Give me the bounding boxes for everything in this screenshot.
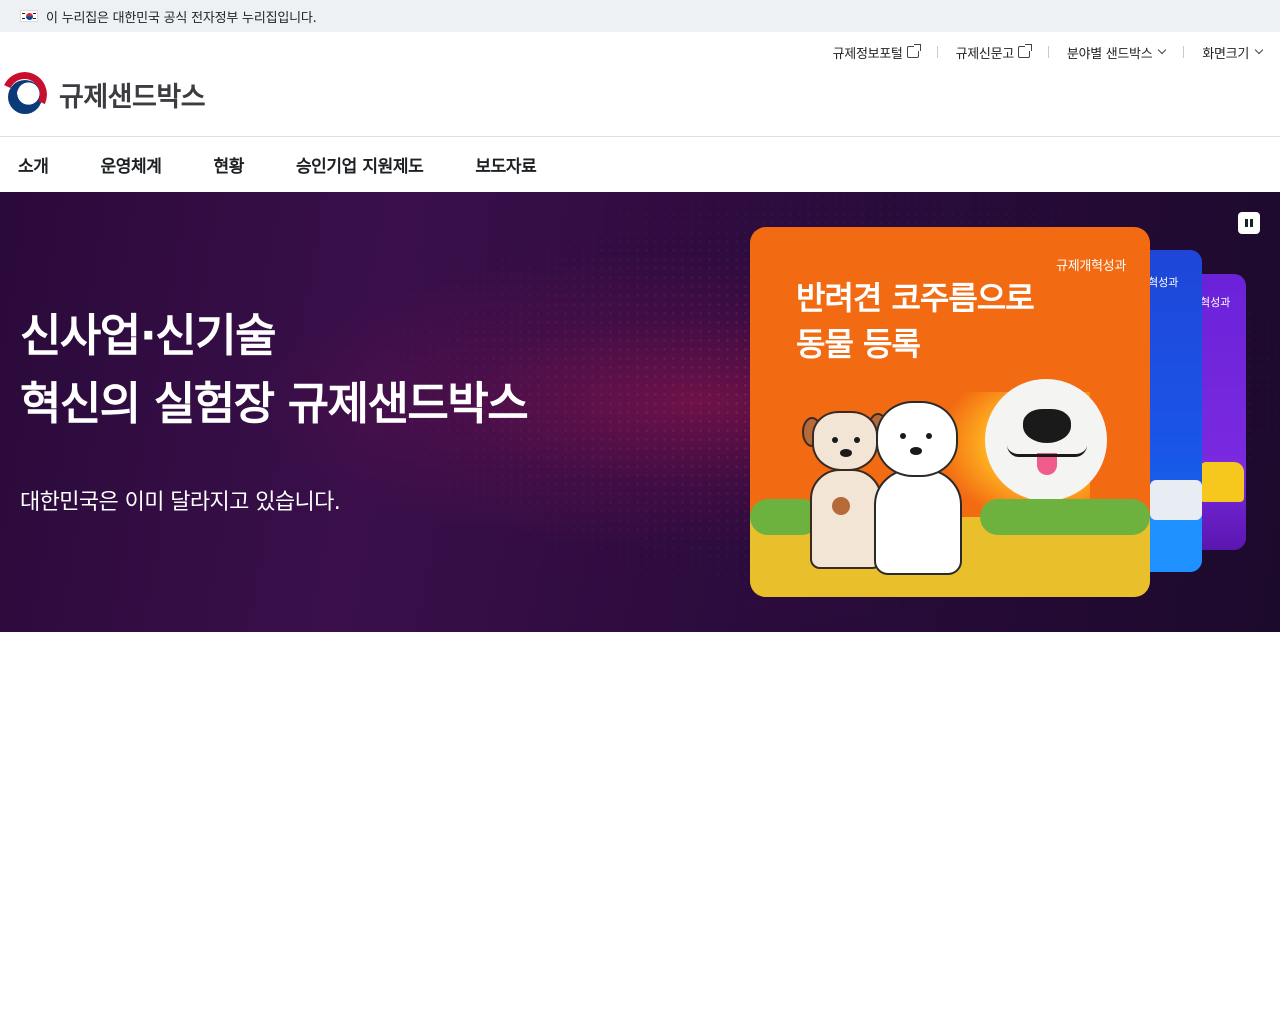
slider-pause-button[interactable] [1238,212,1260,234]
pause-icon-bar [1250,219,1253,227]
site-header: 규제정보포털 규제신문고 분야별 샌드박스 화면크기 규제샌드박스 [0,32,1280,137]
dog-nose-closeup-illustration [985,379,1107,501]
chevron-down-icon [1254,45,1264,55]
util-link-regulation-report[interactable]: 규제신문고 [938,43,1048,62]
hero-title: 신사업·신기술 혁신의 실험장 규제샌드박스 [20,302,529,438]
util-link-label: 규제신문고 [955,46,1015,62]
korean-flag-icon [20,10,38,22]
util-link-regulation-portal[interactable]: 규제정보포털 [815,43,937,62]
white-dog-illustration [868,397,968,577]
utility-nav: 규제정보포털 규제신문고 분야별 샌드박스 화면크기 [815,41,1280,63]
main-nav: 소개 운영체계 현황 승인기업 지원제도 보도자료 [0,137,1280,192]
slide-card-title-line: 동물 등록 [796,325,921,363]
official-site-banner: 이 누리집은 대한민국 공식 전자정부 누리집입니다. [0,0,1280,32]
external-link-icon [906,44,921,58]
util-dropdown-screen-size[interactable]: 화면크기 [1184,43,1280,62]
external-link-icon [1017,44,1032,58]
nav-item-intro[interactable]: 소개 [18,152,49,177]
bush-illustration [980,499,1150,535]
hero-title-line: 신사업·신기술 [20,309,277,362]
slide-card-label: 혁성과 [1148,276,1179,289]
cheese-illustration [1200,462,1244,502]
slide-card-active[interactable]: 규제개혁성과 반려견 코주름으로 동물 등록 [750,227,1150,597]
util-link-label: 분야별 샌드박스 [1066,46,1153,62]
logo-text: 규제샌드박스 [59,82,206,113]
slide-card-label: 규제개혁성과 [1056,259,1126,274]
sea-illustration [1150,512,1202,572]
hero-title-line: 혁신의 실험장 규제샌드박스 [20,377,529,430]
pause-icon [1245,219,1248,227]
site-logo[interactable]: 규제샌드박스 [2,72,206,117]
util-link-label: 규제정보포털 [832,46,903,62]
slide-card-title-line: 반려견 코주름으로 [796,279,1035,317]
hero-subtitle: 대한민국은 이미 달라지고 있습니다. [20,490,341,515]
util-dropdown-sandbox-by-field[interactable]: 분야별 샌드박스 [1049,43,1183,62]
nav-item-operation[interactable]: 운영체계 [100,152,161,177]
util-link-label: 화면크기 [1202,46,1249,62]
slide-card-label: 혁성과 [1200,296,1231,309]
official-site-text: 이 누리집은 대한민국 공식 전자정부 누리집입니다. [46,10,317,26]
government-emblem-icon [2,72,47,117]
slide-card-title: 반려견 코주름으로 동물 등록 [796,275,1035,367]
ship-illustration [1150,480,1202,520]
chevron-down-icon [1158,45,1167,55]
nav-item-support[interactable]: 승인기업 지원제도 [296,152,424,177]
nav-item-press[interactable]: 보도자료 [475,152,536,177]
nav-item-status[interactable]: 현황 [213,152,244,177]
hero-banner: 신사업·신기술 혁신의 실험장 규제샌드박스 대한민국은 이미 달라지고 있습니… [0,192,1280,632]
mouth-shape [1007,445,1087,457]
nose-shape [1023,409,1071,443]
